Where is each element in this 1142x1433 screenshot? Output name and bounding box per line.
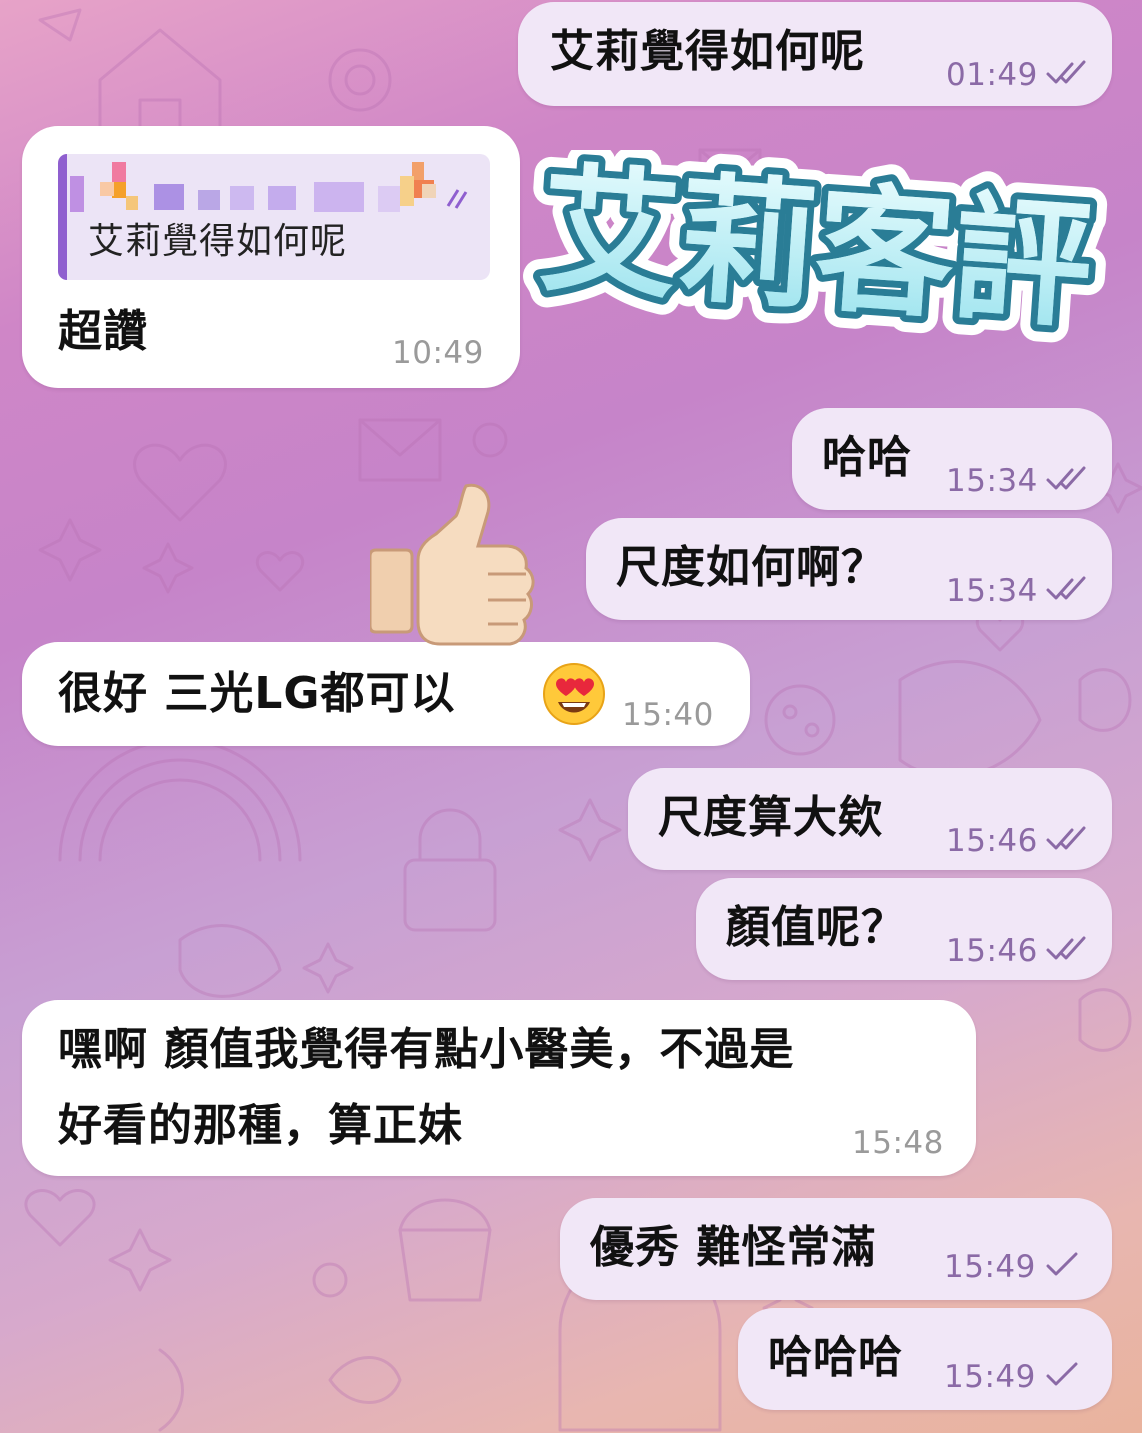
- message-text: 很好 三光LG都可以: [58, 668, 456, 719]
- message-time: 15:49: [944, 1249, 1036, 1285]
- message-time: 15:48: [852, 1125, 944, 1161]
- single-check-icon: [1046, 1362, 1078, 1386]
- message-bubble-outgoing[interactable]: 尺度如何啊？ 15:34: [586, 518, 1112, 620]
- heart-eyes-emoji: [543, 663, 605, 725]
- message-bubble-outgoing[interactable]: 哈哈 15:34: [792, 408, 1112, 510]
- message-bubble-incoming[interactable]: 嘿啊 顏值我覺得有點小醫美，不過是 好看的那種，算正妹 15:48: [22, 1000, 976, 1176]
- message-text: 尺度如何啊？: [616, 542, 886, 593]
- message-time: 15:49: [944, 1359, 1036, 1395]
- double-check-icon: [1046, 466, 1086, 490]
- double-check-icon: [1046, 826, 1086, 850]
- message-bubble-incoming[interactable]: 很好 三光LG都可以 15:40: [22, 642, 750, 746]
- reply-quote[interactable]: 艾莉覺得如何呢: [58, 154, 490, 280]
- reply-quote-text: 艾莉覺得如何呢: [88, 221, 348, 262]
- message-text: 優秀 難怪常滿: [590, 1222, 877, 1273]
- message-bubble-incoming[interactable]: 艾莉覺得如何呢 超讚 10:49: [22, 126, 520, 388]
- review-title-text: 艾莉客評: [535, 150, 1097, 348]
- thumbs-up-emoji: [370, 483, 535, 646]
- message-text: 艾莉覺得如何呢: [550, 26, 865, 77]
- review-title-overlay: 艾莉客評 艾莉客評 艾莉客評: [518, 150, 1114, 350]
- message-bubble-outgoing[interactable]: 尺度算大欸 15:46: [628, 768, 1112, 870]
- double-check-icon: [1046, 936, 1086, 960]
- message-time: 15:46: [946, 823, 1038, 859]
- message-text-line: 嘿啊 顏值我覺得有點小醫美，不過是: [58, 1024, 795, 1075]
- message-text: 哈哈: [822, 432, 912, 483]
- message-time: 15:46: [946, 933, 1038, 969]
- double-check-icon: [1046, 576, 1086, 600]
- message-bubble-outgoing[interactable]: 顏值呢？ 15:46: [696, 878, 1112, 980]
- message-bubble-outgoing[interactable]: 哈哈哈 15:49: [738, 1308, 1112, 1410]
- reply-accent-bar: [58, 154, 67, 280]
- message-text: 哈哈哈: [768, 1332, 903, 1383]
- message-text: 超讚: [58, 306, 148, 357]
- message-time: 15:34: [946, 463, 1038, 499]
- message-text: 尺度算大欸: [658, 792, 883, 843]
- blurred-sender-name: [70, 162, 468, 212]
- message-bubble-outgoing[interactable]: 艾莉覺得如何呢 01:49: [518, 2, 1112, 106]
- message-text: 顏值呢？: [726, 902, 906, 953]
- message-text-line: 好看的那種，算正妹: [58, 1100, 463, 1151]
- message-time: 15:34: [946, 573, 1038, 609]
- single-check-icon: [1046, 1252, 1078, 1276]
- message-time: 01:49: [946, 57, 1038, 93]
- double-check-icon: [1046, 60, 1086, 84]
- message-time: 15:40: [622, 697, 714, 733]
- message-time: 10:49: [392, 335, 484, 371]
- message-bubble-outgoing[interactable]: 優秀 難怪常滿 15:49: [560, 1198, 1112, 1300]
